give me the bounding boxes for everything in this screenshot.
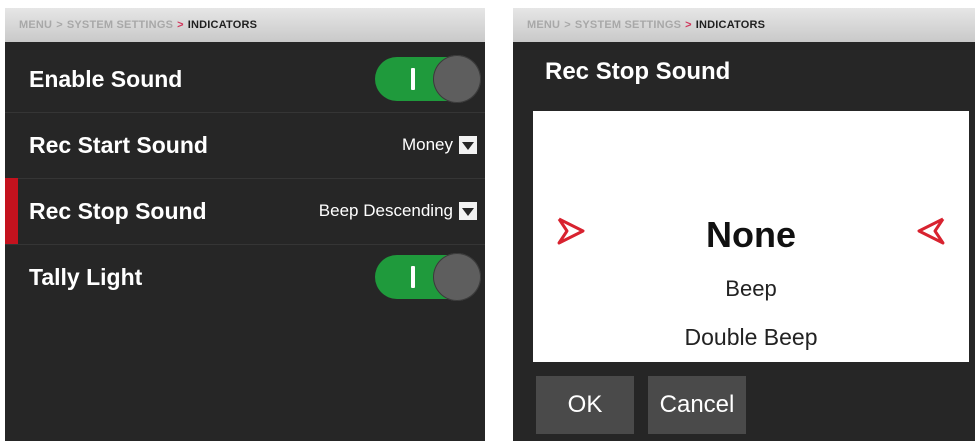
setting-label: Tally Light [29, 263, 143, 290]
picker-option[interactable]: Beep [533, 276, 969, 302]
dropdown-value: Money [401, 135, 453, 154]
breadcrumb-separator-active: > [177, 19, 184, 31]
setting-row-tally-light[interactable]: Tally Light [5, 244, 485, 310]
setting-label: Rec Stop Sound [29, 197, 207, 224]
setting-row-enable-sound[interactable]: Enable Sound [5, 46, 485, 113]
setting-row-rec-start-sound[interactable]: Rec Start Sound Money [5, 112, 485, 179]
breadcrumb-current: INDICATORS [695, 19, 766, 31]
option-picker[interactable]: None Beep Double Beep [533, 111, 969, 362]
rec-stop-sound-dialog: MENU > SYSTEM SETTINGS > INDICATORS Rec … [513, 8, 975, 441]
breadcrumb-system-settings[interactable]: SYSTEM SETTINGS [67, 19, 173, 31]
selected-row-indicator [5, 178, 18, 244]
chevron-down-icon[interactable] [459, 136, 477, 154]
setting-row-rec-stop-sound[interactable]: Rec Stop Sound Beep Descending [5, 178, 485, 245]
breadcrumb-separator: > [564, 19, 571, 31]
chevron-down-icon[interactable] [459, 202, 477, 220]
setting-label: Rec Start Sound [29, 131, 208, 158]
indicators-menu-panel: MENU > SYSTEM SETTINGS > INDICATORS Enab… [5, 8, 485, 441]
breadcrumb-system-settings[interactable]: SYSTEM SETTINGS [575, 19, 681, 31]
breadcrumb-separator: > [56, 19, 63, 31]
toggle-on-indicator [411, 68, 415, 90]
picker-option[interactable]: Double Beep [533, 324, 969, 351]
ok-button[interactable]: OK [536, 376, 634, 434]
tally-light-toggle[interactable] [375, 253, 481, 301]
breadcrumb-separator-active: > [685, 19, 692, 31]
breadcrumb-menu[interactable]: MENU [527, 19, 560, 31]
enable-sound-toggle[interactable] [375, 55, 481, 103]
toggle-knob[interactable] [433, 55, 481, 103]
breadcrumb-current: INDICATORS [187, 19, 258, 31]
breadcrumb: MENU > SYSTEM SETTINGS > INDICATORS [513, 8, 975, 42]
toggle-on-indicator [411, 266, 415, 288]
breadcrumb-menu[interactable]: MENU [19, 19, 52, 31]
dialog-title: Rec Stop Sound [545, 58, 731, 85]
breadcrumb: MENU > SYSTEM SETTINGS > INDICATORS [5, 8, 485, 42]
setting-label: Enable Sound [29, 65, 183, 92]
dropdown-value: Beep Descending [318, 201, 453, 220]
cancel-button[interactable]: Cancel [648, 376, 746, 434]
rec-start-sound-dropdown[interactable]: Money [402, 135, 477, 155]
toggle-knob[interactable] [433, 253, 481, 301]
picker-option-selected[interactable]: None [533, 214, 969, 256]
rec-stop-sound-dropdown[interactable]: Beep Descending [319, 201, 477, 221]
